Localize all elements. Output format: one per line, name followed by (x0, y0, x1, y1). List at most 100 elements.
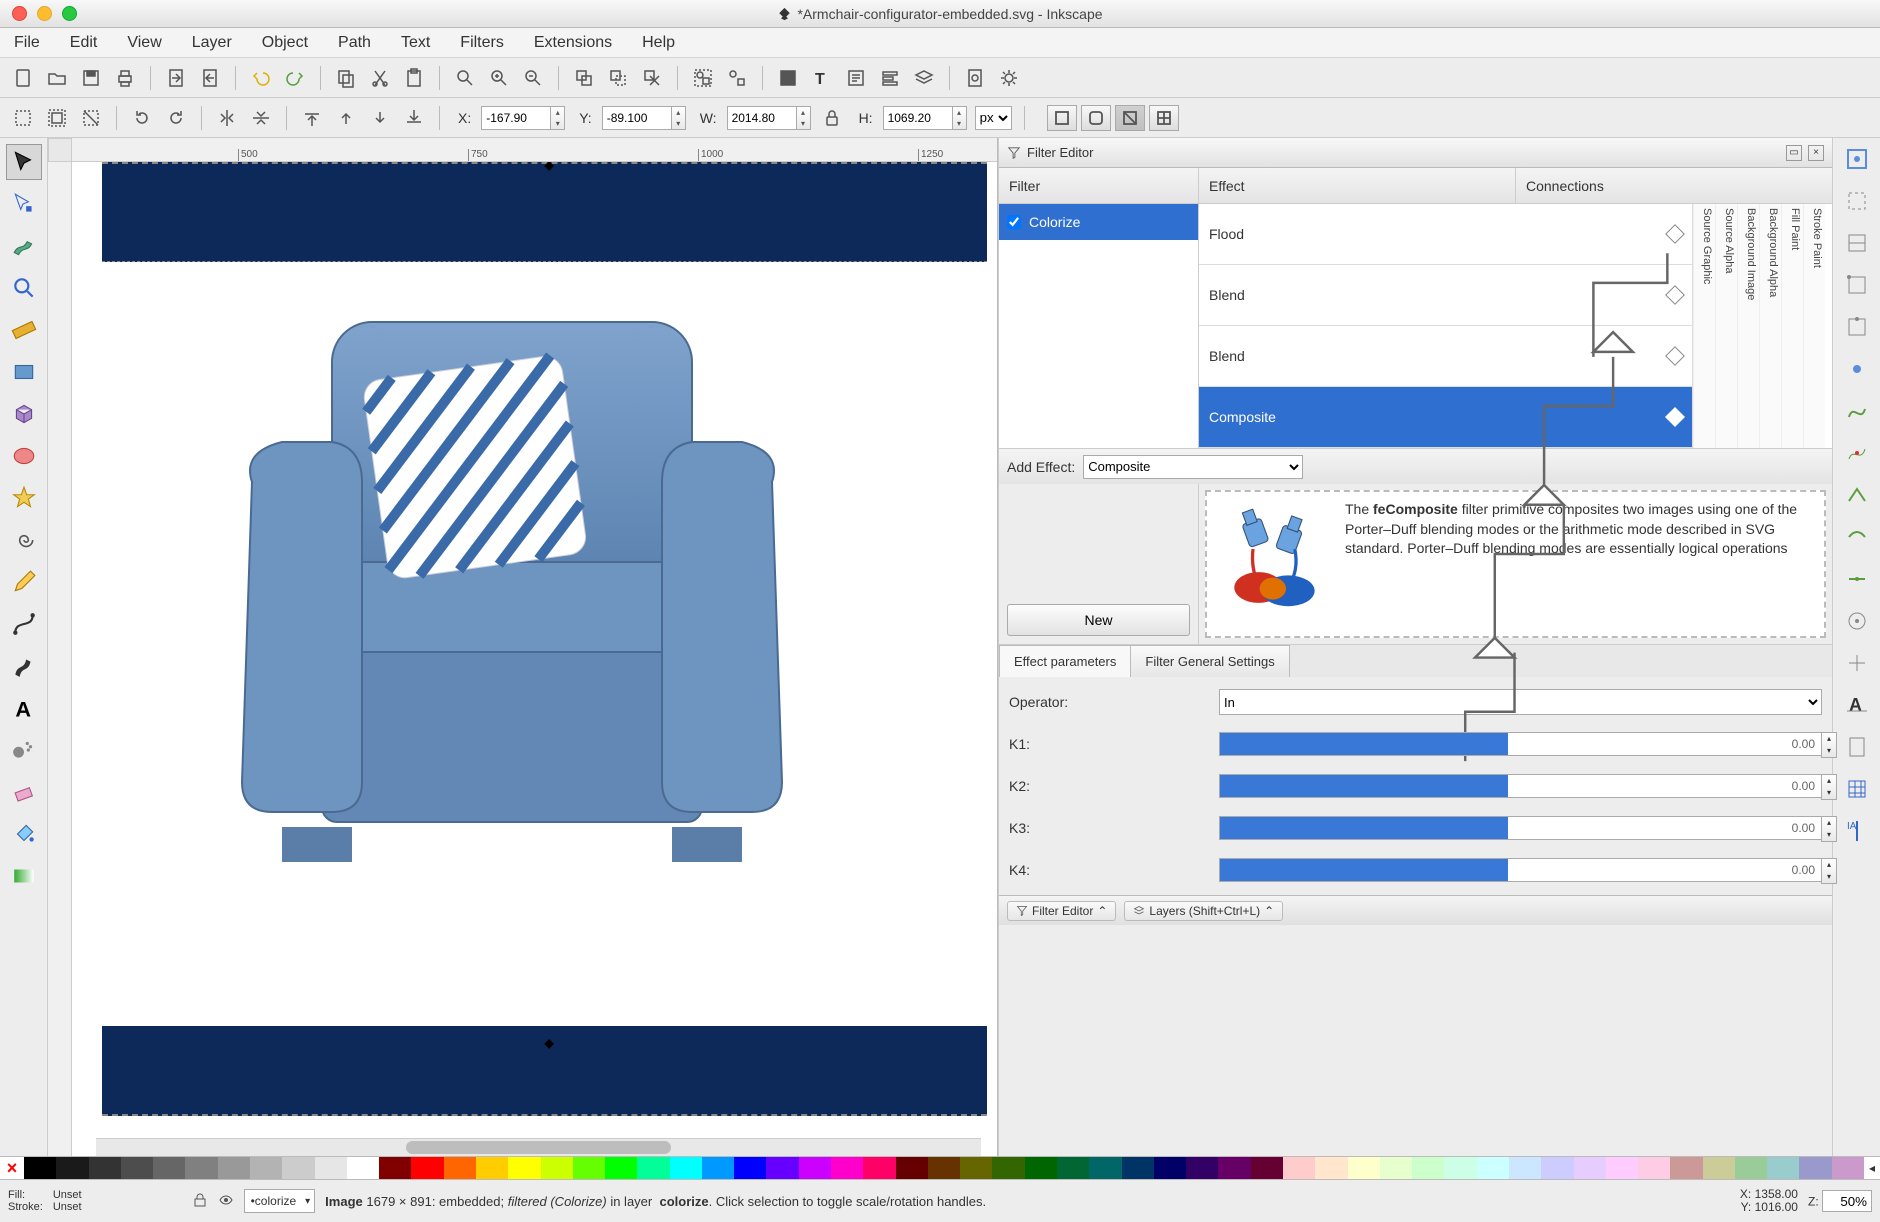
snap-path-icon[interactable] (1842, 396, 1872, 426)
lower-icon[interactable] (367, 105, 393, 131)
color-swatch[interactable] (573, 1157, 605, 1179)
color-swatch[interactable] (1606, 1157, 1638, 1179)
snap-rotation-center-icon[interactable] (1842, 648, 1872, 678)
snap-guide-icon[interactable]: IA (1842, 816, 1872, 846)
color-swatch[interactable] (1735, 1157, 1767, 1179)
move-patterns-toggle[interactable] (1149, 105, 1179, 131)
filter-item-colorize[interactable]: Colorize (999, 204, 1198, 240)
k4-slider[interactable]: 0.00▴▾ (1219, 858, 1822, 882)
snap-center-icon[interactable] (1842, 606, 1872, 636)
color-swatch[interactable] (1477, 1157, 1509, 1179)
color-swatch[interactable] (670, 1157, 702, 1179)
color-swatch[interactable] (702, 1157, 734, 1179)
io-stroke-paint[interactable]: Stroke Paint (1803, 204, 1825, 448)
document-properties-icon[interactable] (962, 65, 988, 91)
effect-blend-2[interactable]: Blend (1199, 326, 1692, 387)
docked-tab-layers[interactable]: Layers (Shift+Ctrl+L) ⌃ (1124, 901, 1283, 921)
unlink-clone-icon[interactable] (639, 65, 665, 91)
color-swatch[interactable] (218, 1157, 250, 1179)
color-swatch[interactable] (734, 1157, 766, 1179)
color-swatch[interactable] (508, 1157, 540, 1179)
color-swatch[interactable] (379, 1157, 411, 1179)
snap-bbox-edge-icon[interactable] (1842, 228, 1872, 258)
selector-tool[interactable] (6, 144, 42, 180)
color-swatch[interactable] (1057, 1157, 1089, 1179)
horizontal-scrollbar[interactable] (96, 1138, 981, 1156)
snap-grid-icon[interactable] (1842, 774, 1872, 804)
clone-icon[interactable] (605, 65, 631, 91)
color-swatch[interactable] (1574, 1157, 1606, 1179)
tweak-tool[interactable] (6, 228, 42, 264)
snap-bbox-corner-icon[interactable] (1842, 270, 1872, 300)
paste-icon[interactable] (401, 65, 427, 91)
menu-layer[interactable]: Layer (188, 32, 236, 54)
open-icon[interactable] (44, 65, 70, 91)
undo-icon[interactable] (248, 65, 274, 91)
unit-select[interactable]: px (975, 106, 1012, 130)
tab-filter-general-settings[interactable]: Filter General Settings (1130, 645, 1289, 677)
zoom-tool[interactable] (6, 270, 42, 306)
color-swatch[interactable] (992, 1157, 1024, 1179)
color-swatch[interactable] (799, 1157, 831, 1179)
tab-effect-parameters[interactable]: Effect parameters (999, 645, 1131, 677)
snap-text-baseline-icon[interactable]: A (1842, 690, 1872, 720)
color-swatch[interactable] (1025, 1157, 1057, 1179)
color-swatch[interactable] (1122, 1157, 1154, 1179)
pencil-tool[interactable] (6, 564, 42, 600)
color-swatch[interactable] (315, 1157, 347, 1179)
color-swatch[interactable] (1638, 1157, 1670, 1179)
deselect-icon[interactable] (78, 105, 104, 131)
paint-bucket-tool[interactable] (6, 816, 42, 852)
k2-slider[interactable]: 0.00▴▾ (1219, 774, 1822, 798)
filter-visibility-checkbox[interactable] (1007, 215, 1021, 229)
color-swatch[interactable] (1380, 1157, 1412, 1179)
redo-icon[interactable] (282, 65, 308, 91)
zoom-drawing-icon[interactable] (486, 65, 512, 91)
snap-smooth-icon[interactable] (1842, 522, 1872, 552)
snap-bbox-midpoint-icon[interactable] (1842, 312, 1872, 342)
color-swatch[interactable] (1186, 1157, 1218, 1179)
width-input[interactable]: ▴▾ (727, 106, 811, 130)
ruler-horizontal[interactable]: 50075010001250 (48, 138, 997, 162)
ungroup-icon[interactable] (724, 65, 750, 91)
menu-extensions[interactable]: Extensions (530, 32, 616, 54)
snap-intersection-icon[interactable] (1842, 438, 1872, 468)
color-swatch[interactable] (928, 1157, 960, 1179)
save-icon[interactable] (78, 65, 104, 91)
layer-visibility-icon[interactable] (218, 1192, 234, 1211)
snap-cusp-icon[interactable] (1842, 480, 1872, 510)
xml-editor-icon[interactable] (843, 65, 869, 91)
measure-tool[interactable] (6, 312, 42, 348)
zoom-control[interactable]: Z: (1808, 1190, 1872, 1212)
k1-slider[interactable]: 0.00▴▾ (1219, 732, 1822, 756)
color-swatch[interactable] (605, 1157, 637, 1179)
spiral-tool[interactable] (6, 522, 42, 558)
snap-bbox-icon[interactable] (1842, 186, 1872, 216)
fill-stroke-indicator[interactable]: Fill: Stroke: (8, 1189, 43, 1213)
io-source-graphic[interactable]: Source Graphic (1693, 204, 1715, 448)
color-swatch[interactable] (1799, 1157, 1831, 1179)
ruler-origin[interactable] (48, 138, 72, 162)
rectangle-tool[interactable] (6, 354, 42, 390)
io-source-alpha[interactable]: Source Alpha (1715, 204, 1737, 448)
rotate-ccw-icon[interactable] (129, 105, 155, 131)
y-input[interactable]: ▴▾ (602, 106, 686, 130)
duplicate-icon[interactable] (571, 65, 597, 91)
height-input[interactable]: ▴▾ (883, 106, 967, 130)
layers-icon[interactable] (911, 65, 937, 91)
rotate-cw-icon[interactable] (163, 105, 189, 131)
flip-horizontal-icon[interactable] (214, 105, 240, 131)
io-fill-paint[interactable]: Fill Paint (1781, 204, 1803, 448)
cut-icon[interactable] (367, 65, 393, 91)
snap-enable-icon[interactable] (1842, 144, 1872, 174)
color-swatch[interactable] (121, 1157, 153, 1179)
color-swatch[interactable] (476, 1157, 508, 1179)
io-background-image[interactable]: Background Image (1737, 204, 1759, 448)
color-swatch[interactable] (1315, 1157, 1347, 1179)
color-swatch[interactable] (411, 1157, 443, 1179)
color-swatch[interactable] (1541, 1157, 1573, 1179)
bezier-tool[interactable] (6, 606, 42, 642)
selection-handle-bottom[interactable]: ◆ (545, 1036, 561, 1052)
selection-handle-top[interactable]: ◆ (545, 162, 561, 174)
palette-menu-icon[interactable]: ◂ (1864, 1157, 1880, 1179)
